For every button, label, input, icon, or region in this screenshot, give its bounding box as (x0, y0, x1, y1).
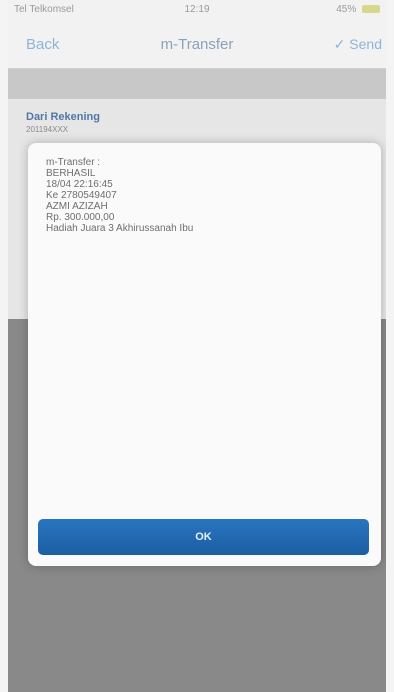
message-line: Rp. 300.000,00 (46, 212, 115, 223)
message-line: m-Transfer : (46, 157, 101, 168)
alert-message: m-Transfer : BERHASIL 18/04 22:16:45 Ke … (46, 157, 193, 234)
message-line: Hadiah Juara 3 Akhirussanah Ibu (46, 223, 194, 234)
source-account-number: 201194XXX (26, 125, 69, 134)
message-line: BERHASIL (46, 168, 96, 179)
page-title: m-Transfer (160, 36, 234, 53)
send-button[interactable]: ✓ Send (334, 36, 382, 53)
message-line: 18/04 22:16:45 (46, 179, 113, 190)
battery-percent: 45% (336, 4, 357, 15)
battery-status: 45% (336, 4, 380, 15)
status-bar: Tel Telkomsel 12:19 45% (8, 0, 386, 20)
send-label: Send (349, 36, 382, 52)
clock: 12:19 (184, 4, 210, 15)
source-account-label: Dari Rekening (26, 111, 100, 123)
phone-screen: Tel Telkomsel 12:19 45% Back m-Transfer … (8, 0, 386, 692)
alert-dialog: m-Transfer : BERHASIL 18/04 22:16:45 Ke … (28, 143, 381, 566)
message-line: AZMI AZIZAH (46, 201, 108, 212)
section-gap (8, 69, 386, 99)
battery-icon (362, 5, 380, 14)
navigation-bar: Back m-Transfer ✓ Send (8, 20, 386, 69)
message-line: Ke 2780549407 (46, 190, 117, 201)
checkmark-icon: ✓ (333, 36, 346, 52)
ok-button[interactable]: OK (38, 519, 369, 555)
